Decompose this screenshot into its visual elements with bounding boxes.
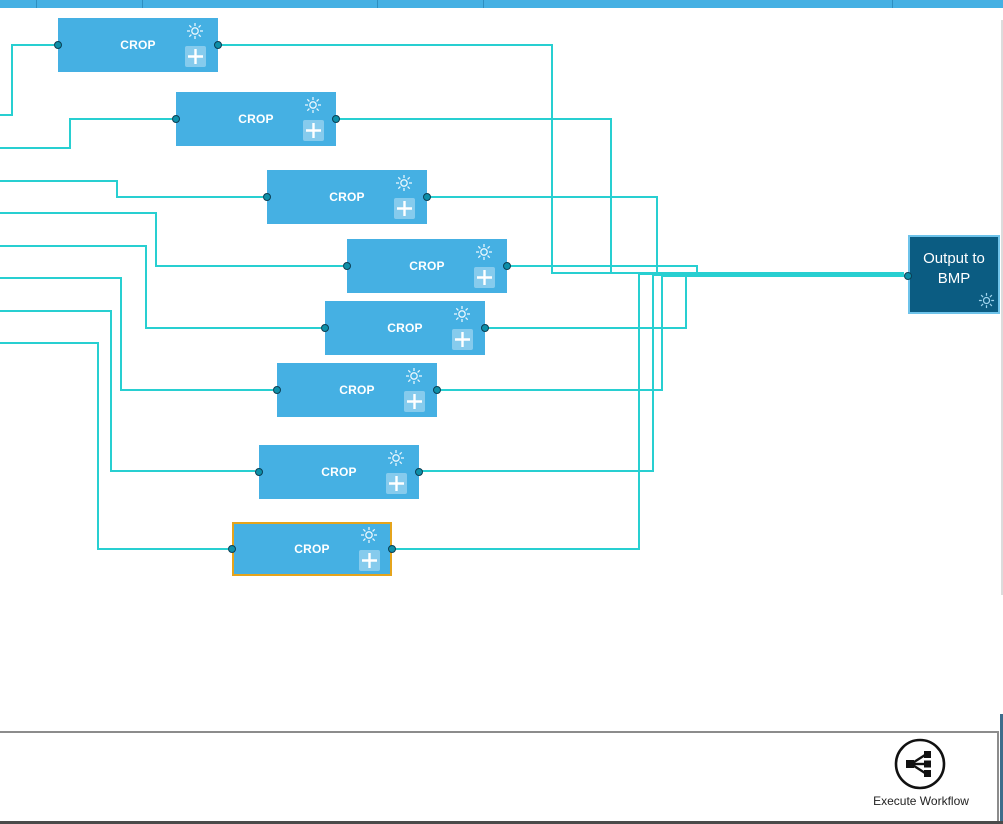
- gear-icon[interactable]: [475, 243, 493, 261]
- plus-icon[interactable]: [359, 550, 380, 571]
- crop-node-selected[interactable]: CROP: [228, 522, 396, 576]
- output-port[interactable]: [332, 115, 340, 123]
- wire-input-6: [0, 277, 273, 391]
- gear-icon[interactable]: [978, 292, 995, 309]
- crop-node[interactable]: CROP: [263, 170, 431, 224]
- crop-node[interactable]: CROP: [273, 363, 441, 417]
- crop-node[interactable]: CROP: [172, 92, 340, 146]
- crop-node[interactable]: CROP: [343, 239, 511, 293]
- wire-output-1: [218, 44, 904, 274]
- wire-input-8: [0, 342, 228, 550]
- wire-output-6: [437, 275, 904, 391]
- gear-icon[interactable]: [360, 526, 378, 544]
- wire-output-5: [486, 274, 904, 329]
- wire-input-1: [0, 44, 54, 116]
- gear-icon[interactable]: [395, 174, 413, 192]
- gear-icon[interactable]: [453, 305, 471, 323]
- output-to-bmp-node[interactable]: Output to BMP: [904, 235, 1000, 314]
- output-port[interactable]: [503, 262, 511, 270]
- plus-icon[interactable]: [404, 391, 425, 412]
- output-port[interactable]: [481, 324, 489, 332]
- output-port[interactable]: [423, 193, 431, 201]
- bottom-command-bar: [0, 731, 999, 821]
- crop-node[interactable]: CROP: [54, 18, 222, 72]
- execute-workflow-label: Execute Workflow: [873, 794, 969, 808]
- output-node-label: Output to BMP: [923, 250, 985, 287]
- wire-input-3: [0, 180, 263, 198]
- gear-icon[interactable]: [405, 367, 423, 385]
- output-port[interactable]: [415, 468, 423, 476]
- output-port[interactable]: [433, 386, 441, 394]
- crop-node[interactable]: CROP: [321, 301, 489, 355]
- output-port[interactable]: [214, 41, 222, 49]
- plus-icon[interactable]: [303, 120, 324, 141]
- plus-icon[interactable]: [386, 473, 407, 494]
- wire-input-5: [0, 245, 321, 329]
- gear-icon[interactable]: [304, 96, 322, 114]
- output-port[interactable]: [388, 545, 396, 553]
- plus-icon[interactable]: [474, 267, 495, 288]
- execute-workflow-button[interactable]: Execute Workflow: [862, 737, 980, 811]
- gear-icon[interactable]: [387, 449, 405, 467]
- plus-icon[interactable]: [452, 329, 473, 350]
- workflow-share-icon: [894, 738, 946, 790]
- plus-icon[interactable]: [185, 46, 206, 67]
- workflow-canvas[interactable]: CROP CROP CROP CROP CROP CROP CROP CROP …: [0, 0, 1003, 824]
- crop-node[interactable]: CROP: [255, 445, 423, 499]
- wire-input-2: [0, 118, 172, 149]
- connection-wires: [0, 44, 904, 550]
- plus-icon[interactable]: [394, 198, 415, 219]
- gear-icon[interactable]: [186, 22, 204, 40]
